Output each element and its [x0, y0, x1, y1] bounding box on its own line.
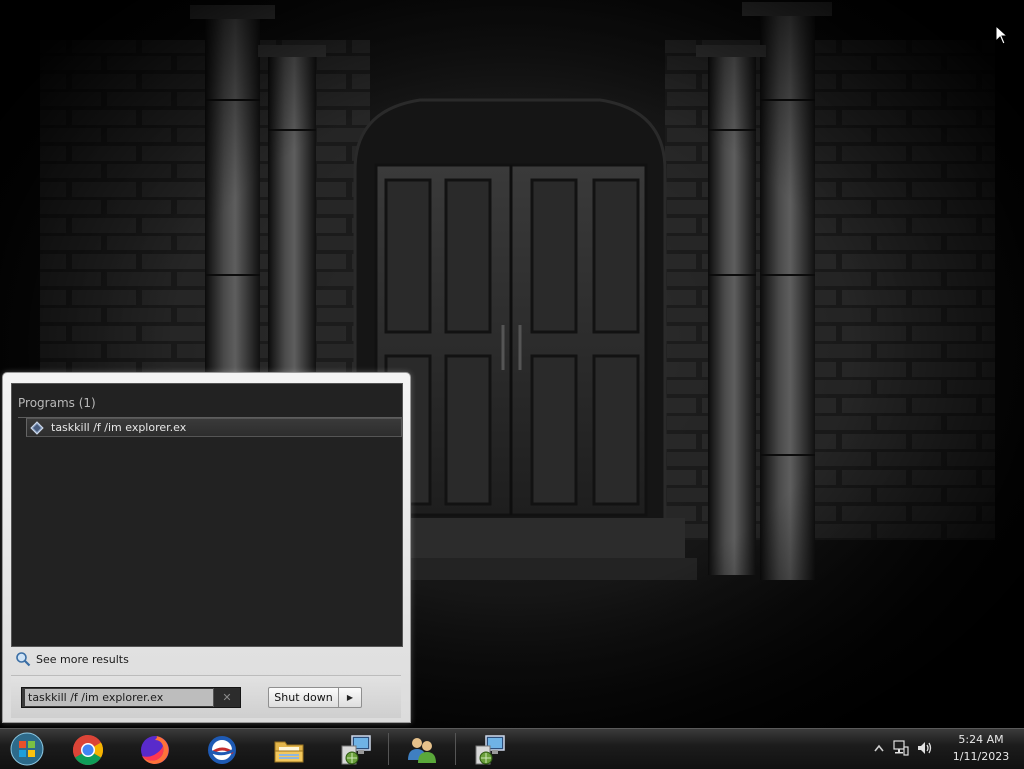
search-result-item[interactable]: taskkill /f /im explorer.ex [26, 418, 402, 437]
system-tray [866, 729, 946, 769]
mouse-cursor-icon [995, 25, 1007, 45]
taskbar-divider [388, 733, 389, 765]
file-explorer-icon [274, 741, 304, 763]
clock-time: 5:24 AM [958, 733, 1004, 746]
taskbar-firefox[interactable] [125, 731, 183, 767]
internet-explorer-icon [208, 736, 236, 764]
network-program-icon [341, 735, 371, 765]
start-search-box: ✕ [21, 687, 241, 708]
clock-date: 1/11/2023 [952, 750, 1010, 763]
taskbar-internet-explorer[interactable] [192, 731, 250, 767]
shutdown-control: Shut down ▶ [268, 687, 362, 708]
taskbar-divider [455, 733, 456, 765]
clear-search-icon[interactable]: ✕ [213, 688, 240, 707]
network-program-icon-2 [475, 735, 505, 765]
start-search-input[interactable] [25, 689, 213, 706]
users-icon [408, 738, 436, 763]
taskbar-chrome[interactable] [58, 731, 116, 767]
shutdown-button[interactable]: Shut down [268, 687, 339, 708]
search-result-label: taskkill /f /im explorer.ex [51, 421, 187, 434]
firefox-icon [141, 736, 169, 764]
start-menu-bottom-bar: ✕ Shut down ▶ [11, 675, 401, 718]
magnifier-icon [16, 652, 31, 667]
chrome-icon [72, 735, 104, 766]
volume-icon[interactable] [916, 739, 934, 757]
taskbar-file-explorer[interactable] [259, 731, 317, 767]
taskbar-network-program[interactable] [326, 731, 384, 767]
windows-start-orb-icon [10, 732, 44, 766]
see-more-results-link[interactable]: See more results [15, 650, 215, 670]
taskbar-users[interactable] [392, 731, 450, 767]
results-category-header: Programs (1) [18, 396, 96, 410]
show-hidden-icons-chevron[interactable] [870, 739, 888, 757]
search-results-pane: Programs (1) taskkill /f /im explorer.ex [11, 383, 403, 647]
shutdown-options-arrow-icon[interactable]: ▶ [338, 687, 362, 708]
command-program-icon [30, 421, 44, 435]
network-icon[interactable] [892, 739, 910, 757]
taskbar: 5:24 AM 1/11/2023 [0, 728, 1024, 769]
start-menu: Programs (1) taskkill /f /im explorer.ex… [2, 372, 411, 723]
taskbar-network-program-2[interactable] [460, 731, 518, 767]
see-more-results-label: See more results [36, 653, 129, 666]
start-button[interactable] [0, 731, 56, 767]
